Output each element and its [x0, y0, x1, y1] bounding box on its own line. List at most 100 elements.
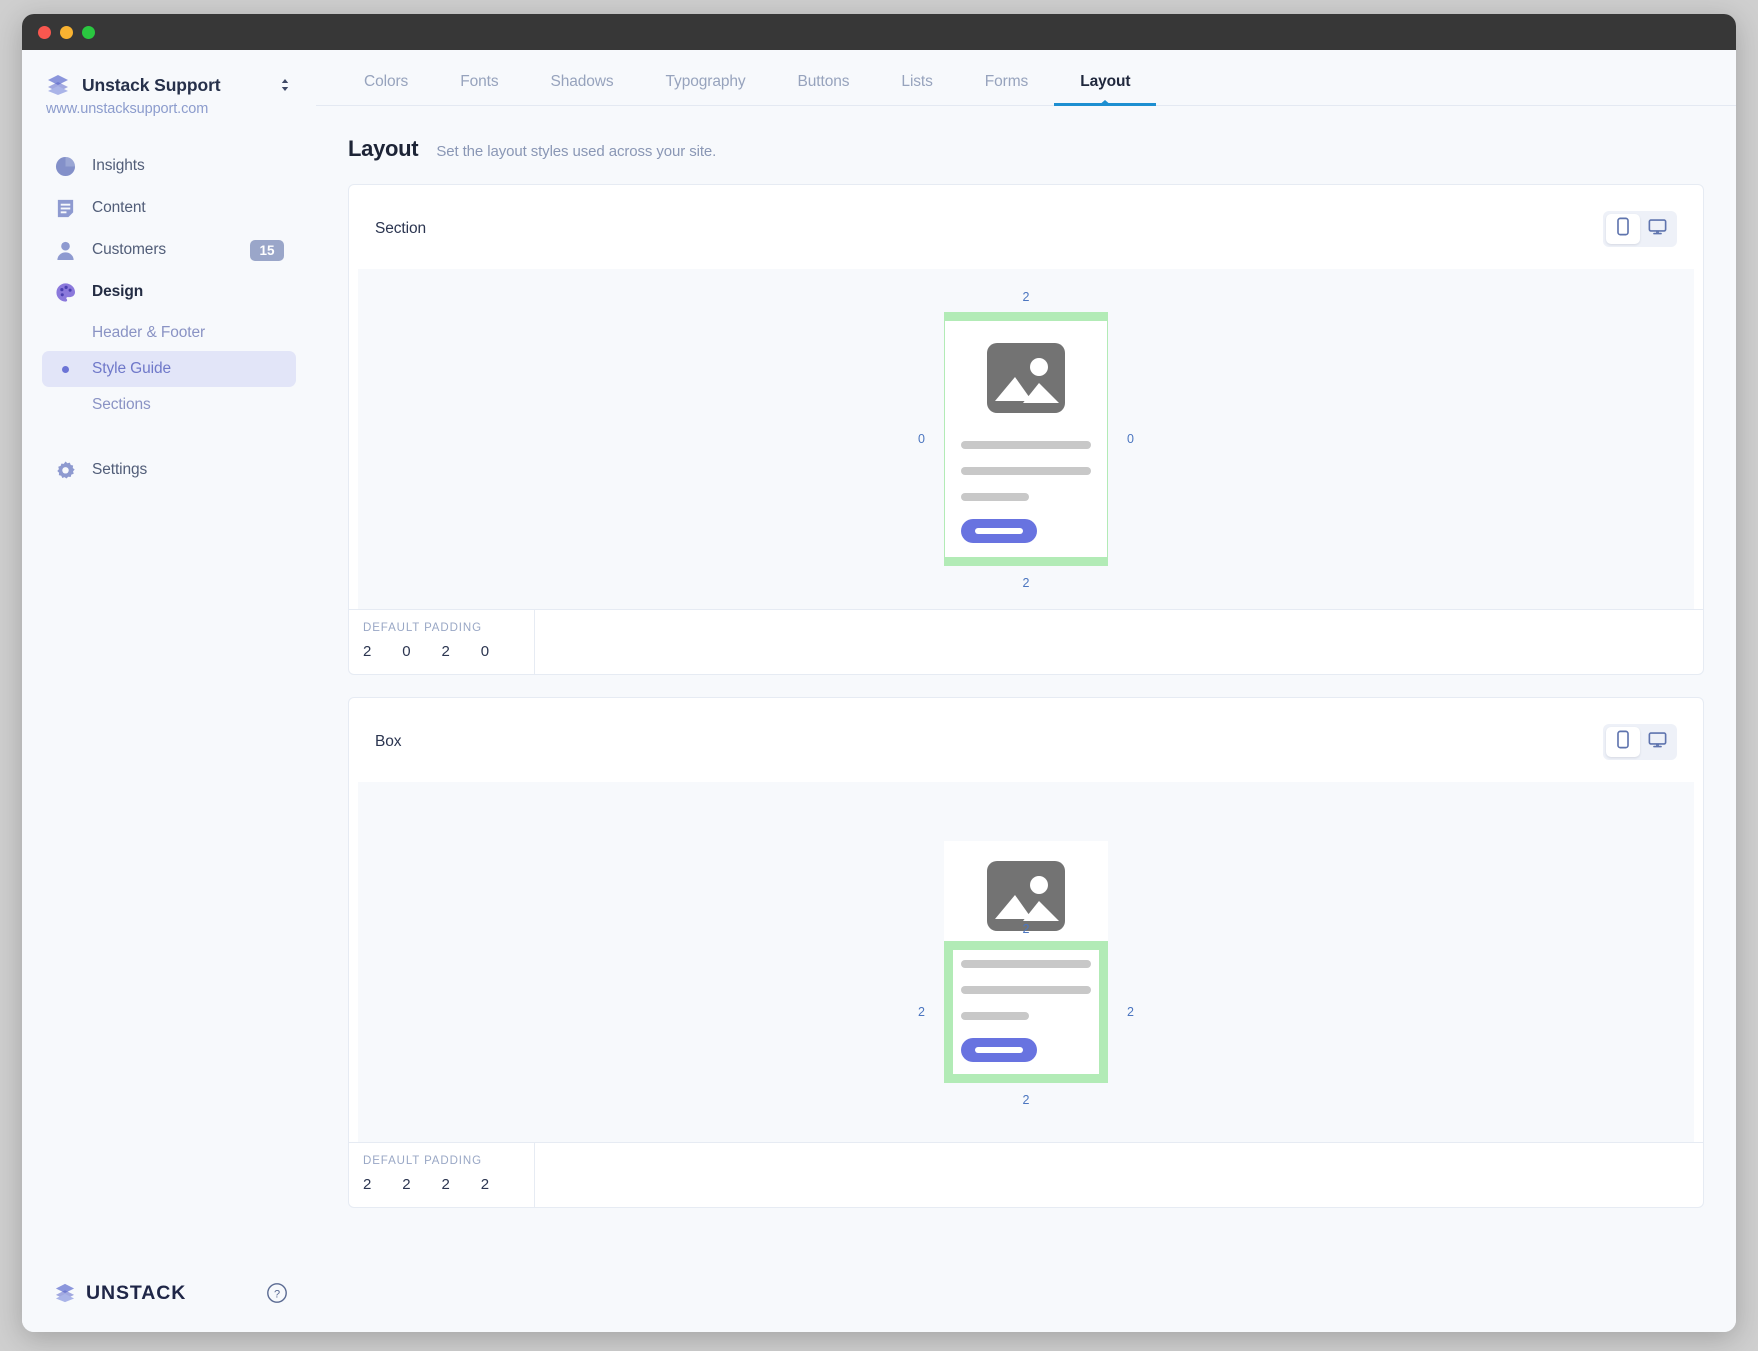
sidebar-item-label: Customers [92, 241, 250, 259]
section-preview-box [944, 312, 1108, 566]
workspace-name: Unstack Support [82, 75, 278, 96]
mobile-view-button[interactable] [1606, 727, 1640, 757]
padding-top-input[interactable]: 2 [363, 643, 402, 660]
box-default-padding-field[interactable]: DEFAULT PADDING 2 2 2 2 [349, 1143, 535, 1207]
box-padding-bottom-label: 2 [1023, 1093, 1030, 1107]
layers-icon [54, 1283, 76, 1303]
mobile-view-button[interactable] [1606, 214, 1640, 244]
desktop-view-button[interactable] [1640, 214, 1674, 244]
tab-shadows[interactable]: Shadows [524, 73, 639, 105]
svg-text:?: ? [274, 1288, 280, 1300]
text-line-placeholder [961, 986, 1091, 994]
padding-right-input[interactable]: 2 [402, 1176, 441, 1193]
box-device-toggle [1603, 724, 1677, 760]
section-card-header: Section [349, 185, 1703, 269]
section-padding-bottom-label: 2 [1023, 576, 1030, 590]
bullet-icon [54, 402, 76, 409]
padding-bottom-input[interactable]: 2 [442, 1176, 481, 1193]
page-subtitle: Set the layout styles used across your s… [436, 143, 716, 160]
gear-icon [54, 459, 76, 481]
page-header: Layout Set the layout styles used across… [316, 106, 1736, 184]
section-padding-values: 2 0 2 0 [363, 643, 520, 660]
layout-panel: Layout Set the layout styles used across… [316, 106, 1736, 1332]
desktop-view-button[interactable] [1640, 727, 1674, 757]
box-card: Box [348, 697, 1704, 1208]
question-circle-icon[interactable]: ? [266, 1282, 288, 1304]
subnav-item-label: Style Guide [92, 360, 171, 378]
sidebar-item-sections[interactable]: Sections [42, 387, 296, 423]
workspace-url: www.unstacksupport.com [22, 96, 316, 117]
box-padding-caption: DEFAULT PADDING [363, 1155, 520, 1167]
section-padding-right-label: 0 [1127, 432, 1134, 446]
sidebar-item-settings[interactable]: Settings [42, 449, 296, 491]
tab-layout[interactable]: Layout [1054, 73, 1156, 105]
padding-left-input[interactable]: 2 [481, 1176, 520, 1193]
box-preview-box: 2 2 2 2 [944, 841, 1108, 1083]
sidebar-item-design[interactable]: Design [42, 271, 296, 313]
section-default-padding-field[interactable]: DEFAULT PADDING 2 0 2 0 [349, 610, 535, 674]
pie-chart-icon [54, 155, 76, 177]
padding-bottom-input[interactable]: 2 [442, 643, 481, 660]
box-card-header: Box [349, 698, 1703, 782]
sidebar-item-label: Content [92, 199, 284, 217]
section-padding-caption: DEFAULT PADDING [363, 622, 520, 634]
sidebar-item-label: Design [92, 283, 284, 301]
padding-left-input[interactable]: 0 [481, 643, 520, 660]
sidebar-item-header-footer[interactable]: Header & Footer [42, 315, 296, 351]
app-window: Unstack Support www.unstacksupport.com [22, 14, 1736, 1332]
tab-colors[interactable]: Colors [338, 73, 434, 105]
box-preview: 2 2 2 2 [358, 782, 1694, 1142]
box-padding-left-label: 2 [918, 1005, 925, 1019]
bullet-icon [54, 330, 76, 337]
button-placeholder [961, 519, 1037, 543]
unstack-wordmark: UNSTACK [86, 1282, 266, 1305]
section-padding-left-label: 0 [918, 432, 925, 446]
sidebar-item-insights[interactable]: Insights [42, 145, 296, 187]
customers-count-badge: 15 [250, 240, 284, 261]
sidebar-item-label: Insights [92, 157, 284, 175]
sidebar-item-style-guide[interactable]: Style Guide [42, 351, 296, 387]
sidebar-item-customers[interactable]: Customers 15 [42, 229, 296, 271]
desktop-icon [1648, 731, 1667, 754]
text-line-placeholder [961, 467, 1091, 475]
button-placeholder [961, 1038, 1037, 1062]
box-padding-top-label: 2 [1023, 922, 1030, 936]
tab-lists[interactable]: Lists [875, 73, 958, 105]
document-icon [54, 197, 76, 219]
padding-top-input[interactable]: 2 [363, 1176, 402, 1193]
box-inner-content [944, 941, 1108, 1083]
section-card-title: Section [375, 220, 1603, 238]
maximize-window-button[interactable] [82, 26, 95, 39]
sidebar: Unstack Support www.unstacksupport.com [22, 50, 316, 1332]
box-padding-right-label: 2 [1127, 1005, 1134, 1019]
close-window-button[interactable] [38, 26, 51, 39]
layers-icon [46, 74, 70, 96]
window-titlebar [22, 14, 1736, 50]
padding-right-input[interactable]: 0 [402, 643, 441, 660]
tab-typography[interactable]: Typography [640, 73, 772, 105]
subnav-item-label: Sections [92, 396, 151, 414]
tab-layout-label: Layout [1080, 73, 1130, 90]
box-diagram: 2 2 2 2 [944, 841, 1108, 1083]
section-padding-empty-area [535, 610, 1703, 674]
tab-fonts[interactable]: Fonts [434, 73, 524, 105]
palette-icon [54, 281, 76, 303]
section-padding-top-label: 2 [1023, 290, 1030, 304]
sidebar-item-content[interactable]: Content [42, 187, 296, 229]
section-diagram: 2 0 0 2 [944, 312, 1108, 566]
sidebar-spacer [22, 491, 316, 1254]
sidebar-nav: Insights Content [22, 145, 316, 491]
tab-buttons[interactable]: Buttons [772, 73, 876, 105]
section-preview: 2 0 0 2 [358, 269, 1694, 609]
text-line-placeholder [961, 1012, 1029, 1020]
bullet-icon [54, 366, 76, 373]
box-card-title: Box [375, 733, 1603, 751]
tab-forms[interactable]: Forms [959, 73, 1054, 105]
section-padding-row: DEFAULT PADDING 2 0 2 0 [349, 609, 1703, 674]
sidebar-footer: UNSTACK ? [22, 1254, 316, 1332]
workspace-switcher[interactable]: Unstack Support [22, 50, 316, 96]
image-placeholder-icon [985, 337, 1067, 419]
style-guide-tabs: Colors Fonts Shadows Typography Buttons … [316, 50, 1736, 106]
box-padding-row: DEFAULT PADDING 2 2 2 2 [349, 1142, 1703, 1207]
minimize-window-button[interactable] [60, 26, 73, 39]
